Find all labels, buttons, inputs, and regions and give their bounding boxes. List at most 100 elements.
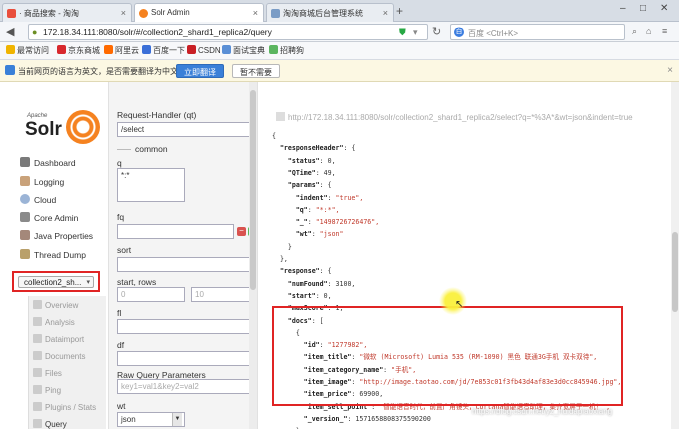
menu-icon[interactable]: ≡ [662,26,667,36]
q-textarea[interactable]: *:* [117,168,185,202]
site-info-icon[interactable]: ● [32,27,37,37]
bookmark-most-visited[interactable]: 最常访问 [6,45,49,56]
bookmark-baidu[interactable]: 百度一下 [142,45,185,56]
divider [117,149,131,150]
core-selector[interactable]: collection2_sh... ▾ [12,271,100,292]
solr-sun-icon [66,110,100,144]
not-now-button[interactable]: 暂不需要 [232,64,280,78]
json-line: "responseHeader": { [279,144,356,153]
core-nav-query[interactable]: Query [33,419,67,429]
nav-logging[interactable]: Logging [20,176,64,190]
maximize-icon[interactable]: □ [640,3,646,14]
start-input[interactable]: 0 [117,287,185,302]
bookmark-jd[interactable]: 京东商城 [57,45,100,56]
json-line: "response": { [279,267,332,276]
json-line: "item_title": "微软 (Microsoft) Lumia 535 … [303,353,598,362]
solr-logo[interactable]: Apache Solr [22,110,102,146]
core-nav-files[interactable]: Files [33,368,62,378]
solr-favicon-icon [139,9,148,18]
watermark: https://blog.csdn.net/yz_huidapiaoxiang [472,407,613,416]
json-line: "QTime": 49, [287,168,336,177]
ping-icon [33,385,42,394]
new-tab-button[interactable]: + [396,4,403,18]
request-url-link[interactable]: http://172.18.34.111:8080/solr/collectio… [276,112,633,122]
chevron-down-icon: ▾ [86,279,90,286]
back-icon[interactable]: ◀ [6,25,14,38]
core-nav-plugins-stats[interactable]: Plugins / Stats [33,402,96,412]
json-line: "_": "1498726726476", [295,218,380,227]
nav-cloud[interactable]: Cloud [20,194,56,208]
sort-label: sort [117,245,132,255]
nav-java-properties[interactable]: Java Properties [20,230,93,244]
close-tab-icon[interactable]: × [121,8,126,18]
baidu-paw-icon [142,45,151,54]
core-nav-analysis[interactable]: Analysis [33,317,75,327]
reload-icon[interactable]: ↻ [432,25,441,38]
json-line: { [272,132,276,140]
raw-query-input[interactable]: key1=val1&key2=val2 [117,379,251,394]
search-icon[interactable]: ⌕ [632,26,637,37]
json-line: "item_price": 69900, [303,390,384,399]
logging-icon [20,176,30,186]
wt-select[interactable]: json ▼ [117,412,185,427]
dropdown-icon[interactable]: ▾ [413,27,418,38]
bookmark-csdn[interactable]: CSDN [187,45,221,55]
scrollbar-thumb[interactable] [672,232,678,312]
cloud-icon [20,194,30,204]
q-label: q [117,158,122,168]
search-input[interactable]: 百 百度 <Ctrl+K> [450,24,625,40]
scrollbar-thumb[interactable] [250,90,256,290]
nav-core-admin[interactable]: Core Admin [20,212,78,226]
form-scrollbar[interactable] [249,82,257,429]
aliyun-icon [104,45,113,54]
tab-taotao-search[interactable]: · 商品搜索 - 淘淘 × [2,3,132,22]
nav-thread-dump[interactable]: Thread Dump [20,249,86,263]
df-input[interactable] [117,351,251,366]
json-line: "docs": [ [287,316,324,325]
minimize-icon[interactable]: – [620,3,626,14]
core-nav-dataimport[interactable]: Dataimport [33,334,84,344]
request-handler-input[interactable]: /select [117,122,251,137]
rows-input[interactable]: 10 [191,287,251,302]
link-icon [276,112,285,121]
nav-dashboard[interactable]: Dashboard [20,157,76,171]
url-bar[interactable]: ● 172.18.34.111:8080/solr/#/collection2_… [28,24,428,40]
tab-solr-admin[interactable]: Solr Admin × [134,3,264,23]
fl-input[interactable] [117,319,251,334]
close-tab-icon[interactable]: × [383,8,388,18]
sort-input[interactable] [117,257,251,272]
shield-icon[interactable]: ⛊ [399,27,406,38]
core-nav-overview[interactable]: Overview [33,300,78,310]
json-line: "wt": "json" [295,230,344,239]
wt-label: wt [117,401,126,411]
bookmark-interview[interactable]: 面试宝典 [222,45,265,56]
core-nav-documents[interactable]: Documents [33,351,85,361]
dashboard-icon [20,157,30,167]
home-icon[interactable]: ⌂ [646,26,651,36]
close-translate-icon[interactable]: × [667,65,673,76]
solr-sidebar: Apache Solr Dashboard Logging Cloud Core… [0,82,108,429]
window-close-icon[interactable]: ✕ [660,3,668,14]
fl-label: fl [117,308,122,318]
book-icon [222,45,231,54]
page-scrollbar[interactable] [671,82,679,429]
core-menu: Overview Analysis Dataimport Documents F… [28,296,106,429]
thread-dump-icon [20,249,30,259]
fq-label: fq [117,212,125,222]
tab-taotao-admin[interactable]: 淘淘商城后台管理系统 × [266,3,394,22]
close-tab-icon[interactable]: × [253,8,258,18]
fq-input[interactable] [117,224,234,239]
json-line: "item_category_name": "手机", [303,365,417,374]
common-section-header[interactable]: common [117,144,251,154]
translate-now-button[interactable]: 立即翻译 [176,64,224,78]
query-response-panel: http://172.18.34.111:8080/solr/collectio… [260,82,679,429]
df-label: df [117,340,125,350]
core-selector-value[interactable]: collection2_sh... ▾ [18,276,94,288]
core-nav-ping[interactable]: Ping [33,385,61,395]
remove-fq-button[interactable]: − [237,227,246,236]
csdn-icon [187,45,196,54]
json-line: "item_image": "http://image.taotao.com/j… [303,378,622,386]
bookmark-aliyun[interactable]: 阿里云 [104,45,139,56]
bookmark-zhaopingou[interactable]: 招聘狗 [269,45,304,56]
json-line: "numFound": 3100, [287,279,356,288]
